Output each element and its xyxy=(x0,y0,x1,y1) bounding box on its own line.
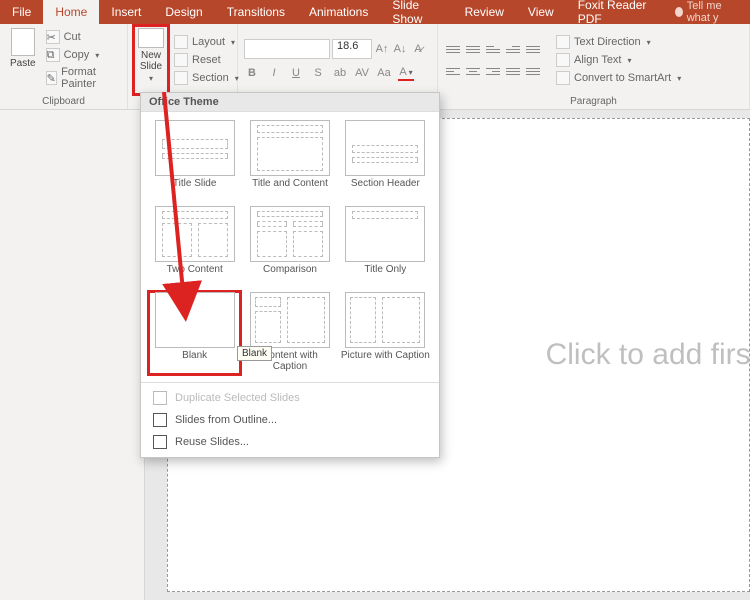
reuse-icon xyxy=(153,435,167,449)
numbering-icon[interactable] xyxy=(464,41,482,57)
paste-button[interactable]: Paste xyxy=(6,26,40,94)
layout-blank[interactable]: Blank xyxy=(149,292,240,374)
format-painter-label: Format Painter xyxy=(61,66,119,90)
scissors-icon: ✂ xyxy=(46,30,60,44)
format-painter-button[interactable]: ✎Format Painter xyxy=(44,65,121,91)
paragraph-group-label: Paragraph xyxy=(444,94,743,107)
layout-title-only[interactable]: Title Only xyxy=(340,206,431,288)
bulb-icon xyxy=(675,7,683,17)
bullets-icon[interactable] xyxy=(444,41,462,57)
duplicate-icon xyxy=(153,391,167,405)
reuse-label: Reuse Slides... xyxy=(175,436,249,448)
tell-me-label: Tell me what y xyxy=(687,0,742,24)
reset-label: Reset xyxy=(192,54,221,66)
align-text-icon xyxy=(556,53,570,67)
align-left-icon[interactable] xyxy=(444,63,462,79)
layout-title-content[interactable]: Title and Content xyxy=(244,120,335,202)
increase-indent-icon[interactable] xyxy=(504,41,522,57)
tab-home[interactable]: Home xyxy=(43,0,99,24)
spacing-icon[interactable]: AV xyxy=(354,65,370,81)
clipboard-group-label: Clipboard xyxy=(6,94,121,107)
increase-font-icon[interactable]: A↑ xyxy=(374,41,390,57)
tab-design[interactable]: Design xyxy=(153,0,214,24)
section-button[interactable]: Section xyxy=(172,70,241,86)
copy-icon: ⧉ xyxy=(46,48,60,62)
tab-foxit[interactable]: Foxit Reader PDF xyxy=(566,0,667,24)
outline-icon xyxy=(153,413,167,427)
text-direction-button[interactable]: Text Direction xyxy=(554,34,683,50)
slide-thumbnail-pane[interactable] xyxy=(0,110,145,600)
outline-label: Slides from Outline... xyxy=(175,414,277,426)
section-icon xyxy=(174,71,188,85)
paste-label: Paste xyxy=(10,58,36,69)
reset-button[interactable]: Reset xyxy=(172,52,241,68)
align-text-label: Align Text xyxy=(574,54,622,66)
layout-picture-caption[interactable]: Picture with Caption xyxy=(340,292,431,374)
layout-icon xyxy=(174,35,188,49)
tab-transitions[interactable]: Transitions xyxy=(215,0,297,24)
new-slide-button[interactable]: New Slide ▾ xyxy=(134,26,168,94)
smartart-label: Convert to SmartArt xyxy=(574,72,671,84)
layout-content-caption[interactable]: Content with Caption xyxy=(244,292,335,374)
tab-animations[interactable]: Animations xyxy=(297,0,380,24)
duplicate-label: Duplicate Selected Slides xyxy=(175,392,300,404)
align-center-icon[interactable] xyxy=(464,63,482,79)
font-size-select[interactable]: 18.6 xyxy=(332,39,372,59)
shadow-icon[interactable]: ab xyxy=(332,65,348,81)
layout-two-content[interactable]: Two Content xyxy=(149,206,240,288)
layout-title-slide[interactable]: Title Slide xyxy=(149,120,240,202)
bold-icon[interactable]: B xyxy=(244,65,260,81)
new-slide-label: New Slide xyxy=(140,50,162,72)
layout-tooltip: Blank xyxy=(237,346,272,361)
smartart-button[interactable]: Convert to SmartArt xyxy=(554,70,683,86)
tab-file[interactable]: File xyxy=(0,0,43,24)
copy-label: Copy xyxy=(64,49,90,61)
case-icon[interactable]: Aa xyxy=(376,65,392,81)
layout-comparison[interactable]: Comparison xyxy=(244,206,335,288)
align-right-icon[interactable] xyxy=(484,63,502,79)
text-direction-label: Text Direction xyxy=(574,36,641,48)
text-direction-icon xyxy=(556,35,570,49)
cut-label: Cut xyxy=(64,31,81,43)
tab-review[interactable]: Review xyxy=(453,0,516,24)
copy-button[interactable]: ⧉ Copy xyxy=(44,47,121,63)
new-slide-icon xyxy=(138,28,164,48)
layout-label: Layout xyxy=(192,36,225,48)
justify-icon[interactable] xyxy=(504,63,522,79)
ribbon-tabs: File Home Insert Design Transitions Anim… xyxy=(0,0,750,24)
duplicate-slides-action: Duplicate Selected Slides xyxy=(141,387,439,409)
tab-insert[interactable]: Insert xyxy=(99,0,153,24)
reset-icon xyxy=(174,53,188,67)
decrease-indent-icon[interactable] xyxy=(484,41,502,57)
slides-from-outline-action[interactable]: Slides from Outline... xyxy=(141,409,439,431)
align-text-button[interactable]: Align Text xyxy=(554,52,683,68)
gallery-section-header: Office Theme xyxy=(141,93,439,112)
section-label: Section xyxy=(192,72,229,84)
layout-button[interactable]: Layout xyxy=(172,34,241,50)
line-spacing-icon[interactable] xyxy=(524,41,542,57)
decrease-font-icon[interactable]: A↓ xyxy=(392,41,408,57)
italic-icon[interactable]: I xyxy=(266,65,282,81)
tab-view[interactable]: View xyxy=(516,0,566,24)
font-color-icon[interactable]: A xyxy=(398,65,414,81)
layout-section-header[interactable]: Section Header xyxy=(340,120,431,202)
clear-format-icon[interactable]: A̷ xyxy=(410,41,426,57)
brush-icon: ✎ xyxy=(46,71,58,85)
smartart-icon xyxy=(556,71,570,85)
columns-icon[interactable] xyxy=(524,63,542,79)
reuse-slides-action[interactable]: Reuse Slides... xyxy=(141,431,439,453)
underline-icon[interactable]: U xyxy=(288,65,304,81)
slide-placeholder-text: Click to add first xyxy=(546,338,750,372)
font-family-select[interactable] xyxy=(244,39,330,59)
new-slide-gallery: Office Theme Title Slide Title and Conte… xyxy=(140,92,440,458)
tell-me-search[interactable]: Tell me what y xyxy=(667,0,750,24)
tab-slide-show[interactable]: Slide Show xyxy=(380,0,452,24)
strike-icon[interactable]: S xyxy=(310,65,326,81)
clipboard-icon xyxy=(11,28,35,56)
cut-button[interactable]: ✂ Cut xyxy=(44,29,121,45)
